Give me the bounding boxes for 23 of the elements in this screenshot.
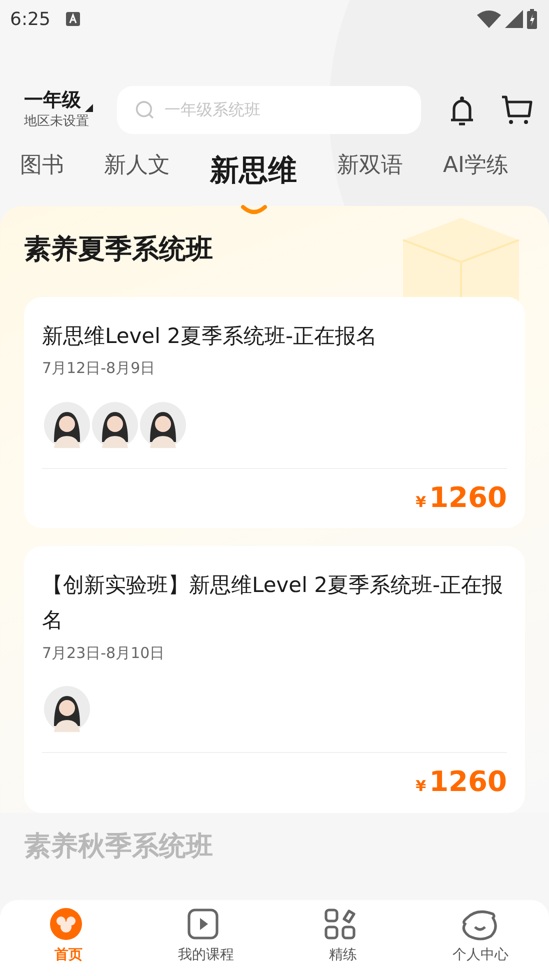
category-tab[interactable]: AI学练: [443, 152, 509, 181]
course-title: 【创新实验班】新思维Level 2夏季系统班-正在报名: [42, 572, 504, 634]
course-dates: 7月12日-8月9日: [42, 358, 156, 380]
section-title: 素养秋季系统班: [23, 830, 214, 863]
course-dates: 7月23日-8月10日: [42, 642, 166, 664]
status-time: 6:25: [10, 8, 50, 32]
course-card[interactable]: 新思维Level 2夏季系统班-正在报名 7月12日-8月9日 ¥1260: [24, 296, 525, 528]
search-field[interactable]: 一年级系统班: [117, 86, 421, 134]
category-tab[interactable]: 新思维: [210, 152, 297, 190]
category-tab[interactable]: 新人文: [104, 152, 170, 181]
region-label: 地区未设置: [24, 112, 90, 131]
course-card[interactable]: 【创新实验班】新思维Level 2夏季系统班-正在报名 7月23日-8月10日 ¥1260: [24, 546, 525, 813]
grade-selector[interactable]: 一年级: [24, 88, 81, 112]
category-tab[interactable]: 图书: [20, 152, 64, 181]
course-title: 新思维Level 2夏季系统班-正在报名: [42, 322, 378, 350]
nav-tab[interactable]: 我的课程: [137, 900, 274, 976]
nav-tab[interactable]: 精练: [274, 900, 412, 976]
section-title: 素养夏季系统班: [24, 233, 214, 267]
course-price: ¥1260: [416, 765, 507, 798]
course-price: ¥1260: [416, 480, 507, 514]
nav-tab[interactable]: 个人中心: [412, 900, 549, 976]
search-input[interactable]: 一年级系统班: [162, 97, 403, 123]
category-tab[interactable]: 新双语: [337, 152, 403, 181]
